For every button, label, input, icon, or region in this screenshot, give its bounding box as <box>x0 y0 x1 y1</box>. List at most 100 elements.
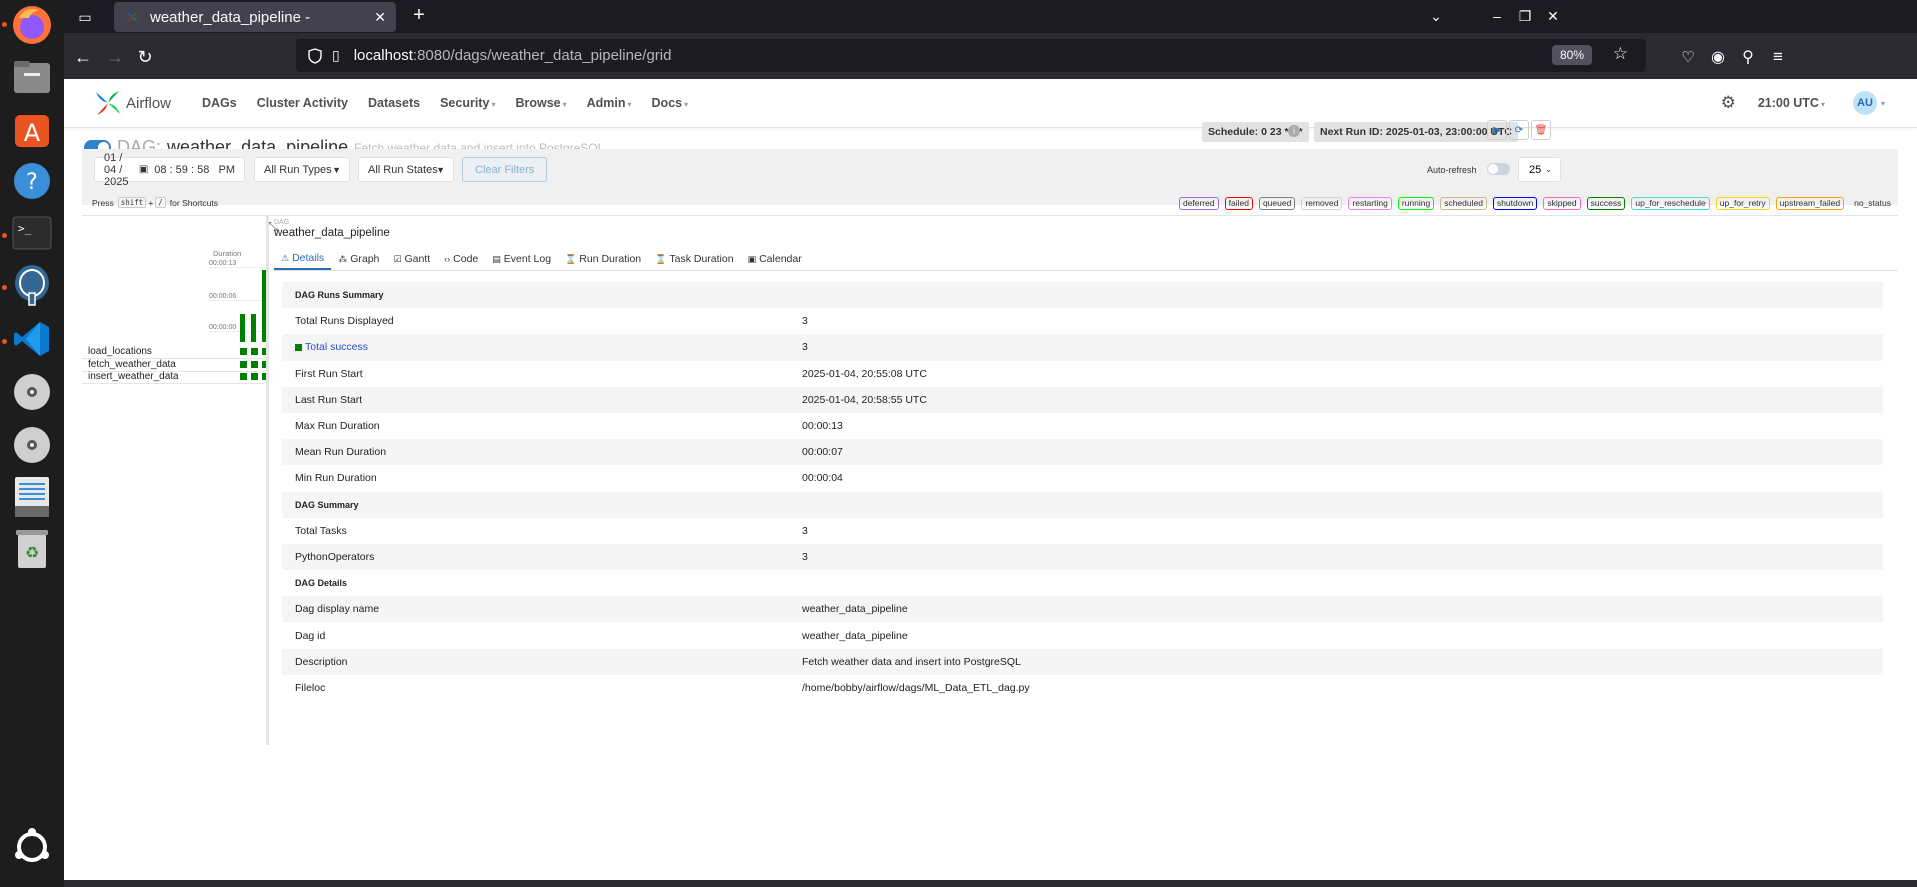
menu-cluster-activity[interactable]: Cluster Activity <box>257 96 348 110</box>
vscode-icon[interactable] <box>7 314 57 364</box>
run-duration-bar[interactable] <box>251 314 256 342</box>
disc-icon[interactable] <box>7 367 57 417</box>
zoom-badge[interactable]: 80% <box>1551 45 1592 65</box>
tab-graph[interactable]: ⁂ Graph <box>331 248 386 270</box>
show-apps-icon[interactable] <box>7 822 57 872</box>
terminal-icon[interactable]: >_ <box>7 208 57 258</box>
task-instance-square[interactable] <box>251 373 258 380</box>
task-instance-square[interactable] <box>251 348 258 355</box>
url-bar[interactable]: ▯ localhost:8080/dags/weather_data_pipel… <box>296 39 1646 72</box>
menu-dags[interactable]: DAGs <box>202 96 237 110</box>
menu-admin[interactable]: Admin ▾ <box>587 96 632 110</box>
legend-scheduled[interactable]: scheduled <box>1440 197 1487 210</box>
gear-icon[interactable]: ⚙ <box>1721 93 1736 113</box>
tab-calendar[interactable]: ▣ Calendar <box>741 248 809 270</box>
run-duration-bar[interactable] <box>240 314 245 342</box>
base-date-input[interactable]: 01 / 04 / 2025 ▣ 08 : 59 : 58 PM <box>94 152 245 188</box>
forward-icon[interactable]: → <box>101 43 129 71</box>
run-type-select[interactable]: All Run Types ▼ <box>254 157 350 182</box>
shield-icon[interactable] <box>308 47 322 64</box>
tab-run-duration[interactable]: ⌛ Run Duration <box>558 248 648 270</box>
legend-up-for-reschedule[interactable]: up_for_reschedule <box>1631 197 1710 210</box>
tab-list-icon[interactable]: ▭ <box>74 6 96 28</box>
row-key[interactable]: Total success <box>282 341 802 353</box>
task-row[interactable]: insert_weather_data <box>82 370 269 384</box>
row-key: DAG Summary <box>295 499 359 510</box>
restore-icon[interactable]: ❐ <box>1513 4 1537 28</box>
timezone-dropdown[interactable]: 21:00 UTC ▾ <box>1758 96 1825 110</box>
postgresql-icon[interactable] <box>7 260 57 310</box>
extensions-icon[interactable]: ⚲ <box>1734 43 1762 71</box>
breadcrumb[interactable]: weather_data_pipeline <box>274 227 1898 239</box>
chevron-down-icon[interactable]: ⌄ <box>1424 4 1448 28</box>
legend-running[interactable]: running <box>1397 197 1435 210</box>
reload-icon[interactable]: ↻ <box>131 43 159 71</box>
legend-failed[interactable]: failed <box>1224 197 1253 210</box>
new-tab-icon[interactable]: + <box>407 4 431 27</box>
legend-upstream-failed[interactable]: upstream_failed <box>1775 197 1845 210</box>
legend-deferred[interactable]: deferred <box>1178 197 1219 210</box>
panel-resizer[interactable] <box>266 215 269 745</box>
run-state-select[interactable]: All Run States ▼ <box>358 157 454 182</box>
account-icon[interactable]: ◉ <box>1704 43 1732 71</box>
trash-icon[interactable]: ♻ <box>7 524 57 574</box>
app-center-icon[interactable]: A <box>7 104 57 154</box>
total-success-link[interactable]: Total success <box>295 341 802 353</box>
avatar[interactable]: AU <box>1852 91 1877 115</box>
pocket-icon[interactable]: ♡ <box>1674 43 1702 71</box>
shortcut-text: Press <box>92 197 114 208</box>
row-key: Description <box>295 655 348 668</box>
legend-success[interactable]: success <box>1586 197 1626 210</box>
grid-line <box>209 331 265 332</box>
run-count-select[interactable]: 25 ⌄ <box>1518 157 1561 182</box>
help-icon[interactable]: ? <box>7 156 57 206</box>
tab-event-log[interactable]: ▤ Event Log <box>485 248 558 270</box>
back-icon[interactable]: ← <box>69 43 97 71</box>
menu-label: Datasets <box>367 96 421 110</box>
svg-text:>_: >_ <box>18 222 32 235</box>
info-icon[interactable]: i <box>1288 125 1300 137</box>
bookmark-star-icon[interactable]: ☆ <box>1613 44 1628 64</box>
menu-icon[interactable]: ≡ <box>1764 43 1792 71</box>
tab-task-duration[interactable]: ⌛ Task Duration <box>648 248 740 270</box>
task-instance-square[interactable] <box>240 373 247 380</box>
menu-datasets[interactable]: Datasets <box>368 96 420 110</box>
disc-icon[interactable] <box>7 420 57 470</box>
legend-queued[interactable]: queued <box>1258 197 1296 210</box>
text-editor-icon[interactable] <box>7 472 57 522</box>
minimize-icon[interactable]: – <box>1485 4 1509 28</box>
menu-security[interactable]: Security ▾ <box>440 96 495 110</box>
legend-shutdown[interactable]: shutdown <box>1492 197 1538 210</box>
tab-gantt[interactable]: ☑ Gantt <box>386 248 437 270</box>
caret-icon: ▾ <box>627 100 632 109</box>
browser-tab[interactable]: weather_data_pipeline - ✕ <box>114 2 396 32</box>
trigger-dag-button[interactable]: ▶ <box>1487 120 1507 140</box>
auto-refresh-toggle[interactable] <box>1487 163 1510 175</box>
task-instance-square[interactable] <box>240 348 247 355</box>
legend-no-status[interactable]: no_status <box>1850 197 1895 210</box>
calendar-icon[interactable]: ▣ <box>139 164 148 175</box>
task-instance-square[interactable] <box>251 360 258 368</box>
menu-browse[interactable]: Browse ▾ <box>515 96 566 110</box>
close-window-icon[interactable]: ✕ <box>1541 4 1565 28</box>
caret-icon[interactable]: ▾ <box>1881 99 1885 108</box>
calendar-icon: ▣ <box>747 253 757 264</box>
close-tab-icon[interactable]: ✕ <box>374 9 386 26</box>
menu-docs[interactable]: Docs ▾ <box>652 96 689 110</box>
parse-dag-button[interactable]: ⟳ <box>1509 120 1529 140</box>
airflow-logo[interactable]: Airflow <box>94 89 171 117</box>
legend-removed[interactable]: removed <box>1301 197 1343 210</box>
legend-up-for-retry[interactable]: up_for_retry <box>1715 197 1770 210</box>
delete-dag-button[interactable]: 🗑 <box>1531 120 1551 140</box>
page-info-icon[interactable]: ▯ <box>332 47 340 64</box>
table-row: Dag id weather_data_pipeline <box>282 622 1883 648</box>
tab-code[interactable]: ‹› Code <box>437 248 485 270</box>
task-instance-square[interactable] <box>240 360 247 368</box>
files-icon[interactable] <box>7 52 57 102</box>
tab-details[interactable]: ⚠ Details <box>274 248 332 270</box>
warning-icon: ⚠ <box>281 252 290 263</box>
firefox-icon[interactable] <box>7 0 57 50</box>
legend-skipped[interactable]: skipped <box>1543 197 1581 210</box>
legend-restarting[interactable]: restarting <box>1348 197 1392 210</box>
clear-filters-button[interactable]: Clear Filters <box>462 157 548 182</box>
